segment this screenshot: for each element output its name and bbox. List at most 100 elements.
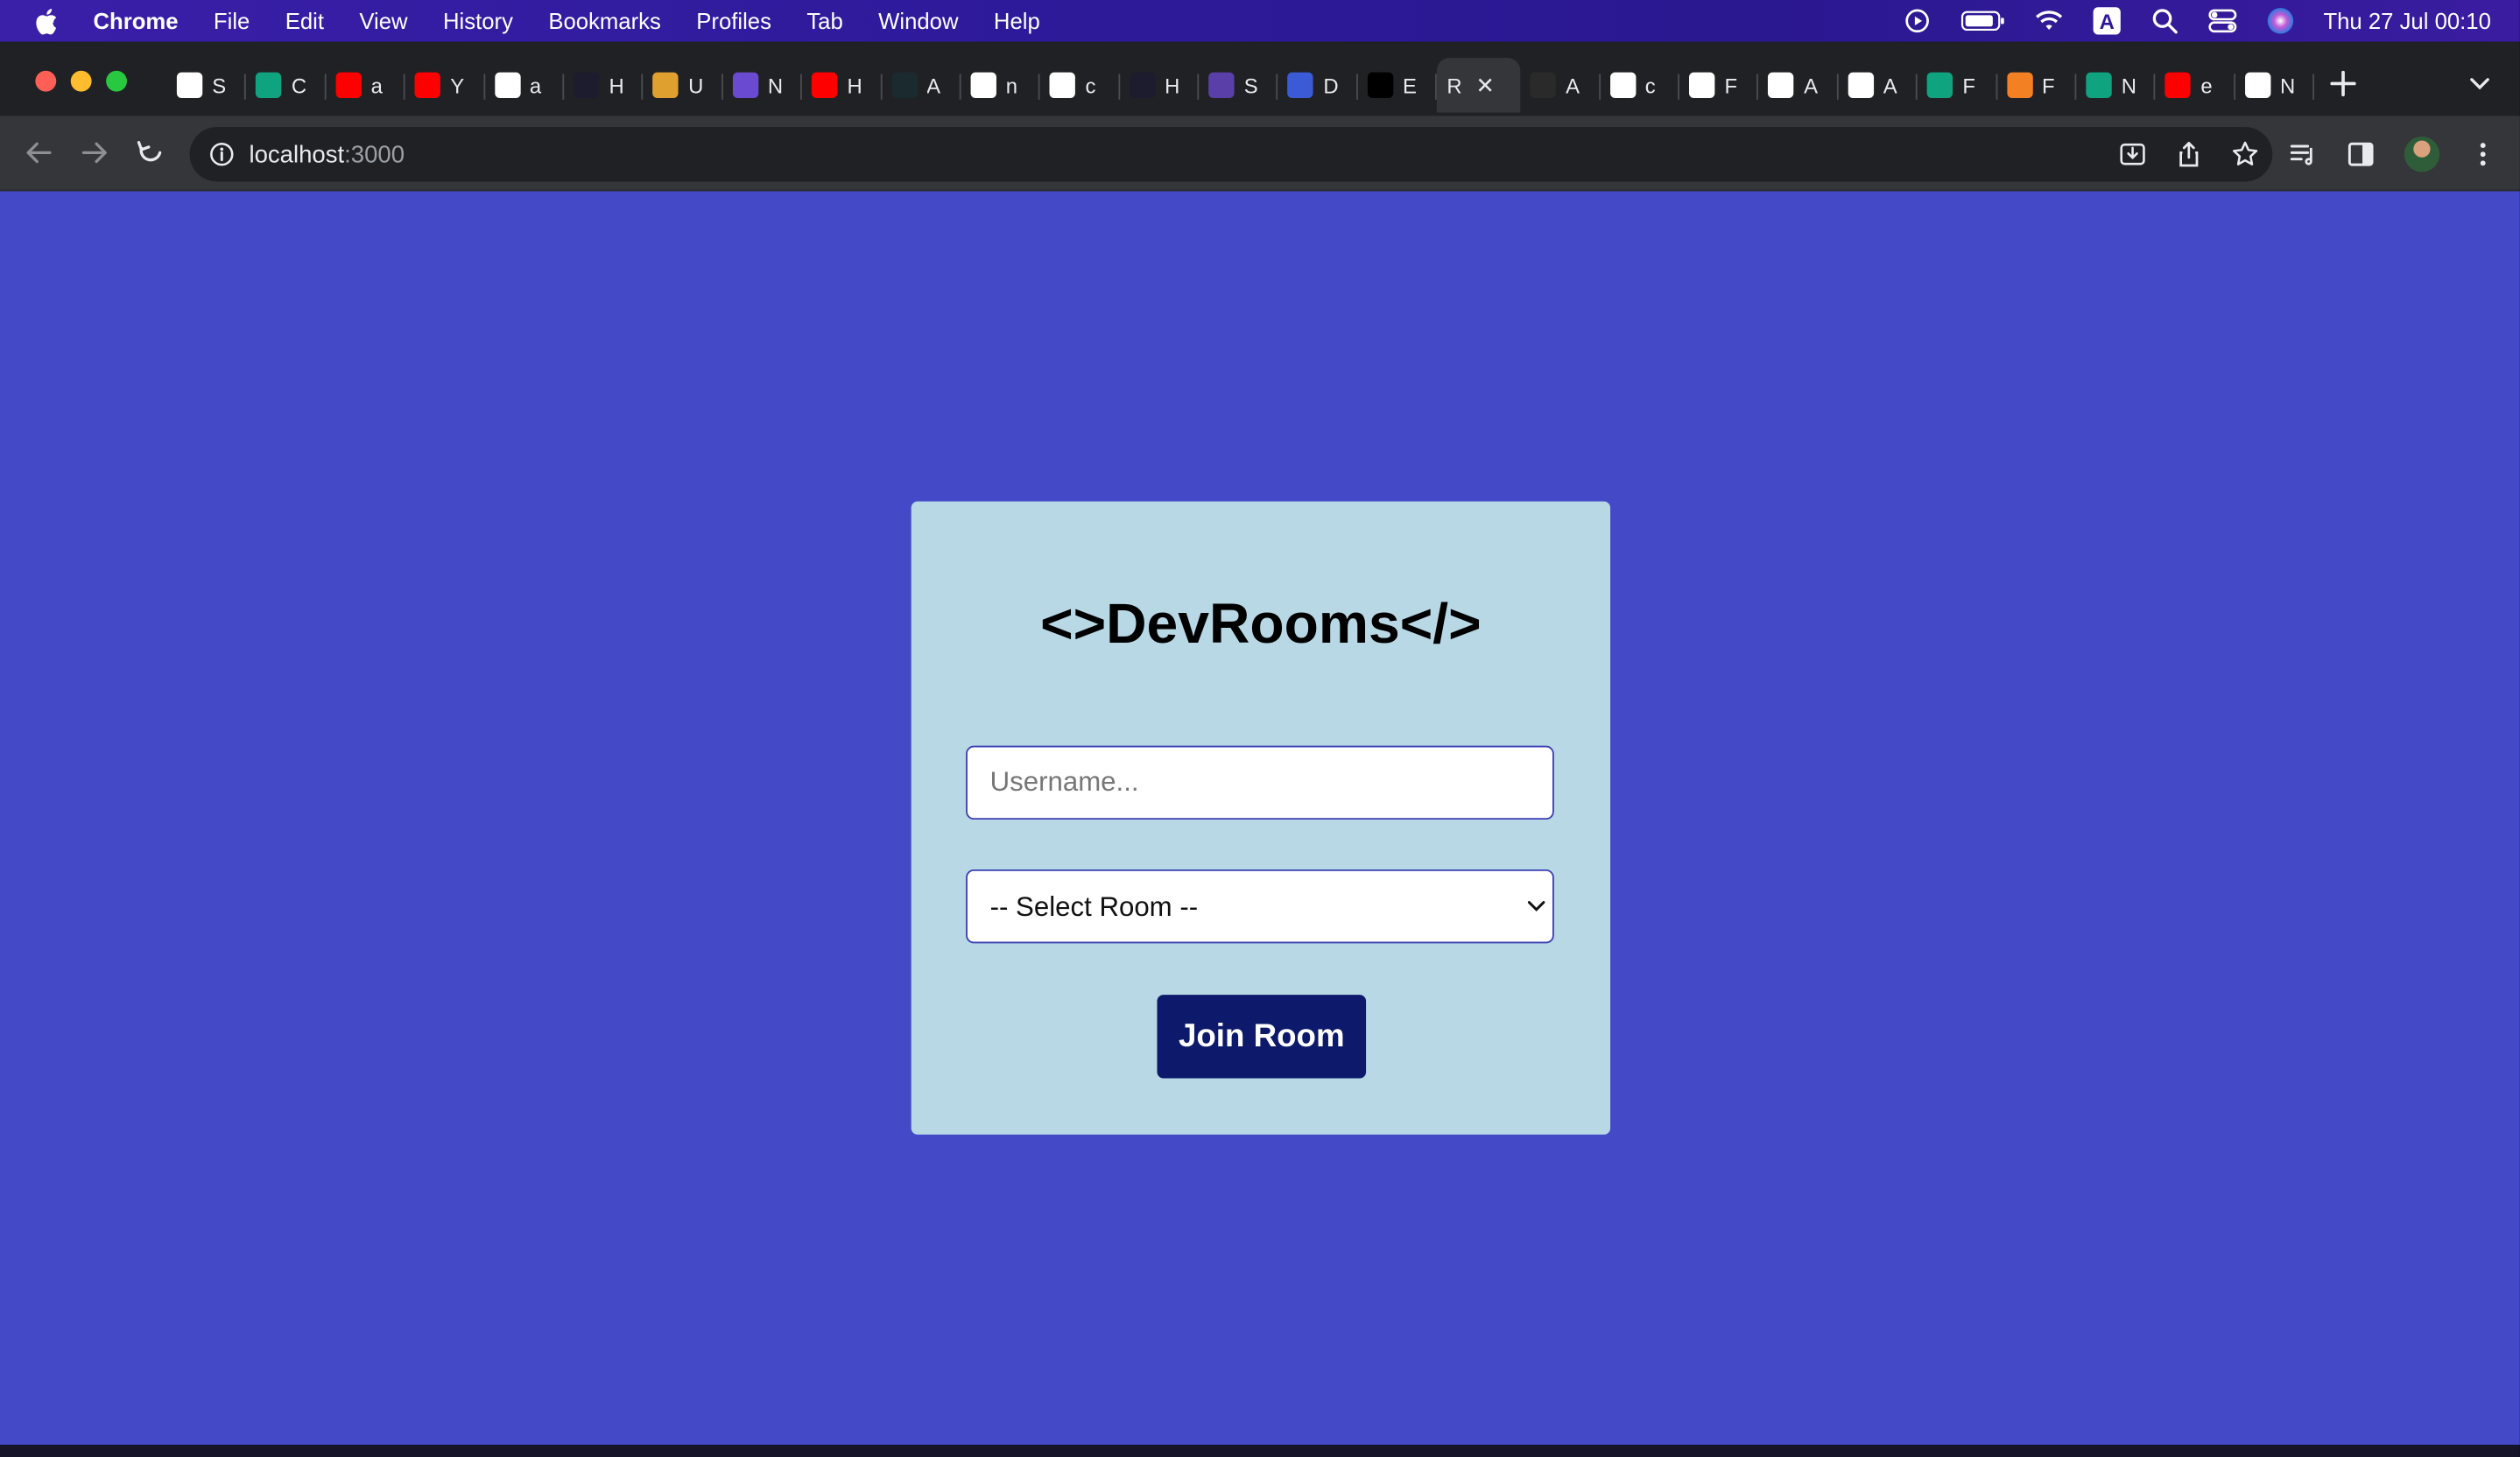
- menu-history[interactable]: History: [443, 8, 513, 33]
- bookmark-star-icon[interactable]: [2231, 140, 2260, 169]
- input-source-icon[interactable]: A: [2092, 6, 2121, 35]
- browser-tab[interactable]: N: [722, 58, 803, 112]
- browser-tab[interactable]: R ✕: [1437, 58, 1521, 113]
- side-panel-icon[interactable]: [2347, 140, 2376, 169]
- spotlight-search-icon[interactable]: [2150, 6, 2179, 35]
- browser-tab[interactable]: A: [882, 58, 962, 112]
- reload-button[interactable]: [135, 137, 167, 169]
- tab-title: c: [1085, 73, 1096, 98]
- reload-icon: [137, 140, 162, 162]
- tab-title: n: [1005, 73, 1018, 98]
- google-icon: [1609, 72, 1636, 98]
- tab-title: a: [529, 73, 542, 98]
- youtube-icon: [812, 72, 838, 98]
- browser-tab[interactable]: A: [1759, 58, 1840, 112]
- siri-icon[interactable]: [2265, 6, 2294, 35]
- maximize-window-button[interactable]: [106, 70, 127, 92]
- browser-tab[interactable]: F: [1997, 58, 2078, 112]
- join-room-button[interactable]: Join Room: [1157, 995, 1367, 1079]
- input-source-label: A: [2099, 11, 2114, 34]
- menu-file[interactable]: File: [214, 8, 250, 33]
- menu-tab[interactable]: Tab: [806, 8, 842, 33]
- join-room-card: <>DevRooms</> -- Select Room -- Join Roo…: [911, 501, 1611, 1135]
- browser-tab[interactable]: A: [1521, 58, 1601, 112]
- browser-tab[interactable]: e: [2156, 58, 2236, 112]
- browser-tab[interactable]: S: [1199, 58, 1279, 112]
- browser-tab[interactable]: D: [1278, 58, 1359, 112]
- menu-help[interactable]: Help: [994, 8, 1040, 33]
- tab-title: a: [370, 73, 383, 98]
- kebab-menu-icon[interactable]: [2468, 140, 2497, 169]
- tab-title: N: [767, 73, 784, 98]
- tab-title: D: [1323, 73, 1339, 98]
- address-bar[interactable]: localhost:3000: [189, 126, 2273, 182]
- browser-tab[interactable]: F: [1918, 58, 1998, 112]
- share-icon[interactable]: [2174, 140, 2203, 169]
- browser-tab[interactable]: S: [167, 58, 248, 112]
- browser-tab[interactable]: N: [2235, 58, 2315, 112]
- browser-tab[interactable]: H: [564, 58, 644, 112]
- close-tab-icon[interactable]: ✕: [1475, 72, 1495, 99]
- browser-tab[interactable]: H: [802, 58, 883, 112]
- browser-toolbar: localhost:3000: [0, 116, 2520, 192]
- chrome-icon: [2244, 72, 2270, 98]
- github-icon: [1848, 72, 1874, 98]
- reading-list-icon[interactable]: [2289, 140, 2318, 169]
- browser-tab[interactable]: F: [1679, 58, 1760, 112]
- browser-tab[interactable]: C: [247, 58, 327, 112]
- control-center-icon[interactable]: [2207, 6, 2236, 35]
- menu-app-chrome[interactable]: Chrome: [93, 8, 178, 33]
- battery-icon[interactable]: [1960, 6, 2005, 35]
- arrow-left-icon: [26, 142, 52, 164]
- back-button[interactable]: [23, 137, 55, 169]
- menu-edit[interactable]: Edit: [285, 8, 324, 33]
- wifi-icon[interactable]: [2034, 6, 2063, 35]
- menu-bar-clock[interactable]: Thu 27 Jul 00:10: [2323, 8, 2490, 33]
- install-app-icon[interactable]: [2118, 140, 2147, 169]
- tab-title: F: [1724, 73, 1738, 98]
- forward-button[interactable]: [79, 137, 111, 169]
- tab-title: N: [2121, 73, 2136, 98]
- username-input[interactable]: [966, 745, 1554, 820]
- menu-window[interactable]: Window: [878, 8, 958, 33]
- bars-icon: [652, 72, 679, 98]
- window-controls: [35, 70, 127, 92]
- tab-title: F: [2042, 73, 2055, 98]
- window-bottom-edge: [0, 1445, 2520, 1457]
- browser-tab[interactable]: a: [484, 58, 565, 112]
- menu-profiles[interactable]: Profiles: [696, 8, 771, 33]
- tab-title: A: [1883, 73, 1897, 98]
- tab-title: N: [2280, 73, 2296, 98]
- screen-recording-icon[interactable]: [1903, 6, 1932, 35]
- browser-tab[interactable]: H: [1120, 58, 1200, 112]
- chevron-down-icon: [2470, 78, 2489, 90]
- browser-tab[interactable]: a: [326, 58, 406, 112]
- close-window-button[interactable]: [35, 70, 57, 92]
- browser-tab[interactable]: U: [644, 58, 724, 112]
- chatgpt-icon: [1927, 72, 1953, 98]
- react-icon: [890, 72, 918, 98]
- room-select[interactable]: -- Select Room --: [966, 869, 1554, 944]
- browser-tab[interactable]: Y: [405, 58, 486, 112]
- browser-tab[interactable]: A: [1838, 58, 1918, 112]
- browser-tab[interactable]: E: [1358, 58, 1439, 112]
- site-info-icon[interactable]: [209, 142, 235, 167]
- url-host: localhost: [249, 140, 345, 168]
- tab-title: c: [1644, 73, 1656, 98]
- browser-tab[interactable]: c: [1040, 58, 1121, 112]
- menu-view[interactable]: View: [359, 8, 407, 33]
- tab-search-button[interactable]: [2468, 71, 2491, 96]
- new-tab-button[interactable]: [2330, 70, 2356, 100]
- browser-tab[interactable]: c: [1600, 58, 1680, 112]
- apple-icon[interactable]: [32, 8, 58, 34]
- web-page: <>DevRooms</> -- Select Room -- Join Roo…: [0, 191, 2520, 1446]
- profile-avatar[interactable]: [2404, 137, 2440, 172]
- minimize-window-button[interactable]: [70, 70, 92, 92]
- tab-title: U: [688, 73, 704, 98]
- youtube-icon: [414, 72, 441, 98]
- tab-title: A: [926, 73, 941, 98]
- browser-tab[interactable]: N: [2076, 58, 2157, 112]
- chatgpt-icon: [256, 72, 282, 98]
- menu-bookmarks[interactable]: Bookmarks: [548, 8, 661, 33]
- browser-tab[interactable]: n: [961, 58, 1041, 112]
